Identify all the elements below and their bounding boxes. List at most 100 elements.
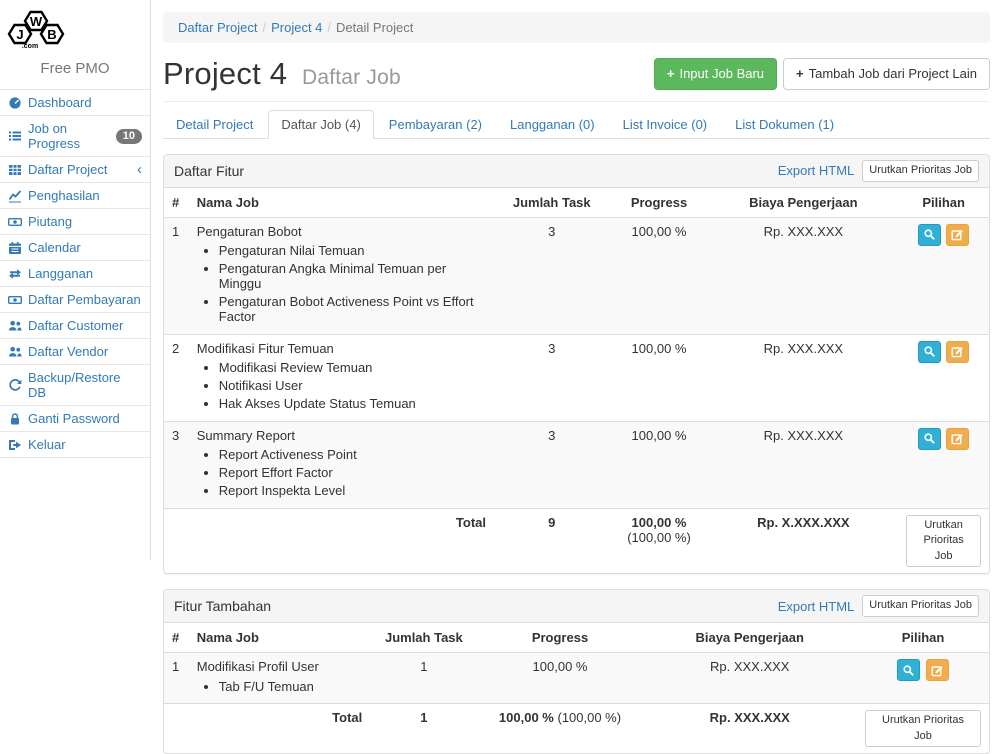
project-name: Project 4 — [163, 56, 287, 91]
task-count: 3 — [494, 217, 610, 334]
col-pilihan: Pilihan — [898, 188, 989, 218]
urutkan-prioritas-job-button[interactable]: Urutkan Prioritas Job — [862, 160, 979, 182]
panel-fitur-tambahan: Fitur Tambahan Export HTML Urutkan Prior… — [163, 589, 990, 754]
urutkan-prioritas-job-button[interactable]: Urutkan Prioritas Job — [865, 710, 981, 747]
job-name: Modifikasi Fitur Temuan — [197, 341, 334, 356]
sidebar-item-dashboard[interactable]: Dashboard — [0, 90, 150, 116]
tab-daftar-job[interactable]: Daftar Job (4) — [268, 110, 373, 139]
view-job-button[interactable] — [897, 659, 920, 681]
edit-icon — [951, 228, 964, 241]
subtask-item: Notifikasi User — [219, 377, 486, 395]
subtask-list: Pengaturan Nilai Temuan Pengaturan Angka… — [197, 242, 486, 326]
input-job-baru-button[interactable]: + Input Job Baru — [654, 58, 777, 90]
sidebar-item-daftar-project[interactable]: Daftar Project ‹ — [0, 157, 150, 183]
table-header-row: # Nama Job Jumlah Task Progress Biaya Pe… — [164, 188, 989, 218]
sidebar-item-label: Langganan — [28, 266, 93, 281]
tab-langganan[interactable]: Langganan (0) — [497, 110, 608, 139]
edit-job-button[interactable] — [926, 659, 949, 681]
progress-value: 100,00 % — [610, 421, 709, 508]
sidebar-item-backup-restore-db[interactable]: Backup/Restore DB — [0, 365, 150, 406]
job-name-cell: Pengaturan Bobot Pengaturan Nilai Temuan… — [189, 217, 494, 334]
table-row: 1 Pengaturan Bobot Pengaturan Nilai Temu… — [164, 217, 989, 334]
row-number: 1 — [164, 217, 189, 334]
subtask-item: Hak Akses Update Status Temuan — [219, 395, 486, 413]
col-biaya: Biaya Pengerjaan — [643, 623, 858, 653]
col-jumlah-task: Jumlah Task — [370, 623, 477, 653]
export-html-link[interactable]: Export HTML — [778, 599, 855, 614]
project-tabs: Detail Project Daftar Job (4) Pembayaran… — [163, 110, 990, 139]
calendar-icon — [8, 241, 22, 255]
progress-value: 100,00 % — [610, 217, 709, 334]
subtask-list: Report Activeness Point Report Effort Fa… — [197, 446, 486, 500]
edit-job-button[interactable] — [946, 224, 969, 246]
sidebar-item-daftar-customer[interactable]: Daftar Customer — [0, 313, 150, 339]
view-job-button[interactable] — [918, 428, 941, 450]
breadcrumb-project-4[interactable]: Project 4 — [271, 20, 322, 35]
job-name-cell: Modifikasi Profil User Tab F/U Temuan — [189, 653, 371, 704]
view-job-button[interactable] — [918, 224, 941, 246]
total-cost: Rp. X.XXX.XXX — [709, 508, 899, 573]
edit-job-button[interactable] — [946, 428, 969, 450]
app-name: Free PMO — [0, 60, 150, 77]
page-header: Project 4 Daftar Job + Input Job Baru + … — [163, 43, 990, 102]
actions-cell — [857, 653, 989, 704]
total-label: Total — [189, 508, 494, 573]
sidebar-item-langganan[interactable]: Langganan — [0, 261, 150, 287]
table-row: 2 Modifikasi Fitur Temuan Modifikasi Rev… — [164, 334, 989, 421]
sidebar-item-penghasilan[interactable]: Penghasilan — [0, 183, 150, 209]
total-row: Total 9 100,00 % (100,00 %) Rp. X.XXX.XX… — [164, 508, 989, 573]
actions-cell — [898, 421, 989, 508]
task-count: 3 — [494, 421, 610, 508]
col-nama-job: Nama Job — [189, 623, 371, 653]
sidebar-item-label: Keluar — [28, 437, 66, 452]
search-icon — [923, 228, 936, 241]
list-icon — [8, 129, 22, 143]
sidebar-item-daftar-vendor[interactable]: Daftar Vendor — [0, 339, 150, 365]
sidebar-item-daftar-pembayaran[interactable]: Daftar Pembayaran — [0, 287, 150, 313]
sidebar-item-ganti-password[interactable]: Ganti Password — [0, 406, 150, 432]
logo-letter-w: W — [30, 14, 43, 29]
subtask-item: Pengaturan Nilai Temuan — [219, 242, 486, 260]
sidebar-item-label: Piutang — [28, 214, 72, 229]
actions-cell — [898, 217, 989, 334]
job-name: Pengaturan Bobot — [197, 224, 302, 239]
breadcrumb-daftar-project[interactable]: Daftar Project — [178, 20, 257, 35]
users-icon — [8, 319, 22, 333]
main-content: Daftar Project/Project 4/Detail Project … — [163, 0, 990, 754]
sidebar-item-piutang[interactable]: Piutang — [0, 209, 150, 235]
edit-icon — [951, 345, 964, 358]
sidebar-item-label: Penghasilan — [28, 188, 100, 203]
row-number: 3 — [164, 421, 189, 508]
breadcrumb-separator: / — [262, 20, 266, 35]
edit-job-button[interactable] — [946, 341, 969, 363]
job-count-badge: 10 — [116, 129, 142, 144]
col-progress: Progress — [610, 188, 709, 218]
col-biaya: Biaya Pengerjaan — [709, 188, 899, 218]
tab-list-invoice[interactable]: List Invoice (0) — [610, 110, 721, 139]
search-icon — [923, 432, 936, 445]
job-name: Modifikasi Profil User — [197, 659, 319, 674]
export-html-link[interactable]: Export HTML — [778, 163, 855, 178]
cost-value: Rp. XXX.XXX — [643, 653, 858, 704]
subtask-item: Modifikasi Review Temuan — [219, 359, 486, 377]
tambah-job-dari-project-lain-button[interactable]: + Tambah Job dari Project Lain — [783, 58, 990, 90]
total-progress: 100,00 % (100,00 %) — [478, 704, 643, 754]
view-job-button[interactable] — [918, 341, 941, 363]
panel-heading: Daftar Fitur Export HTML Urutkan Priorit… — [164, 155, 989, 188]
sidebar-item-calendar[interactable]: Calendar — [0, 235, 150, 261]
progress-value: 100,00 % — [478, 653, 643, 704]
job-name: Summary Report — [197, 428, 295, 443]
tab-detail-project[interactable]: Detail Project — [163, 110, 266, 139]
sidebar-item-job-on-progress[interactable]: Job on Progress 10 — [0, 116, 150, 157]
line-chart-icon — [8, 189, 22, 203]
col-progress: Progress — [478, 623, 643, 653]
tab-pembayaran[interactable]: Pembayaran (2) — [376, 110, 495, 139]
sidebar-item-label: Daftar Project — [28, 162, 107, 177]
sidebar-item-label: Ganti Password — [28, 411, 120, 426]
sidebar: J W B .com Free PMO Dashboard Job on Pro… — [0, 0, 151, 560]
total-row: Total 1 100,00 % (100,00 %) Rp. XXX.XXX … — [164, 704, 989, 754]
urutkan-prioritas-job-button[interactable]: Urutkan Prioritas Job — [862, 595, 979, 617]
sidebar-item-keluar[interactable]: Keluar — [0, 432, 150, 458]
search-icon — [923, 345, 936, 358]
tab-list-dokumen[interactable]: List Dokumen (1) — [722, 110, 847, 139]
